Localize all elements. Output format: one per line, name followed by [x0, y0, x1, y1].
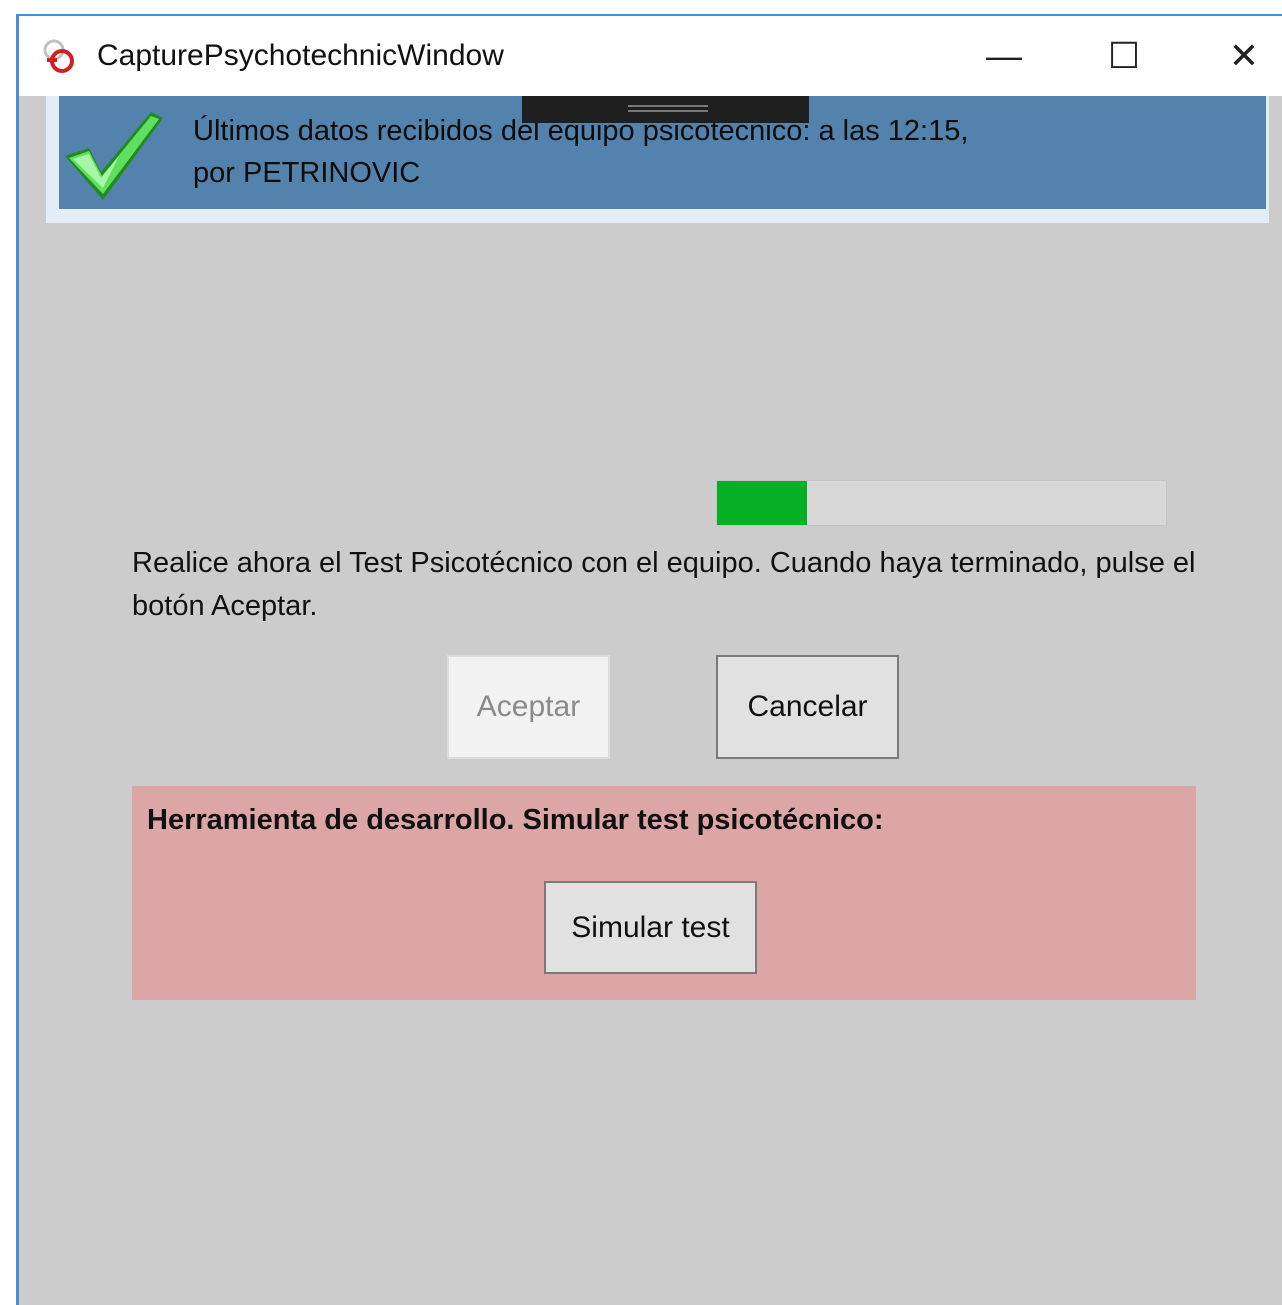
accept-button[interactable]: Aceptar — [447, 655, 610, 759]
dev-tools-panel: Herramienta de desarrollo. Simular test … — [132, 786, 1196, 1000]
simulate-test-button[interactable]: Simular test — [544, 881, 757, 974]
drag-handle[interactable] — [522, 96, 809, 123]
maximize-icon: ☐ — [1107, 35, 1141, 76]
progress-fill — [717, 481, 807, 525]
minimize-icon: — — [986, 35, 1022, 76]
maximize-button[interactable]: ☐ — [1094, 30, 1154, 82]
window-title: CapturePsychotechnicWindow — [97, 39, 504, 72]
instructions-text: Realice ahora el Test Psicotécnico con e… — [132, 547, 1196, 622]
cancel-button[interactable]: Cancelar — [716, 655, 899, 759]
grip-line — [628, 110, 708, 112]
dev-tools-title: Herramienta de desarrollo. Simular test … — [147, 804, 884, 836]
app-icon — [43, 39, 74, 73]
close-button[interactable]: ✕ — [1214, 30, 1274, 82]
title-bar[interactable]: CapturePsychotechnicWindow — ☐ ✕ — [19, 16, 1282, 96]
close-icon: ✕ — [1228, 35, 1260, 76]
grip-line — [628, 105, 708, 107]
minimize-button[interactable]: — — [974, 30, 1034, 82]
capture-psychotechnic-window: CapturePsychotechnicWindow — ☐ ✕ Últimos… — [16, 14, 1282, 1305]
check-icon — [65, 112, 163, 200]
status-line-2: por PETRINOVIC — [193, 157, 421, 189]
progress-bar — [716, 480, 1167, 526]
window-content: Últimos datos recibidos del equipo psico… — [19, 96, 1282, 1305]
